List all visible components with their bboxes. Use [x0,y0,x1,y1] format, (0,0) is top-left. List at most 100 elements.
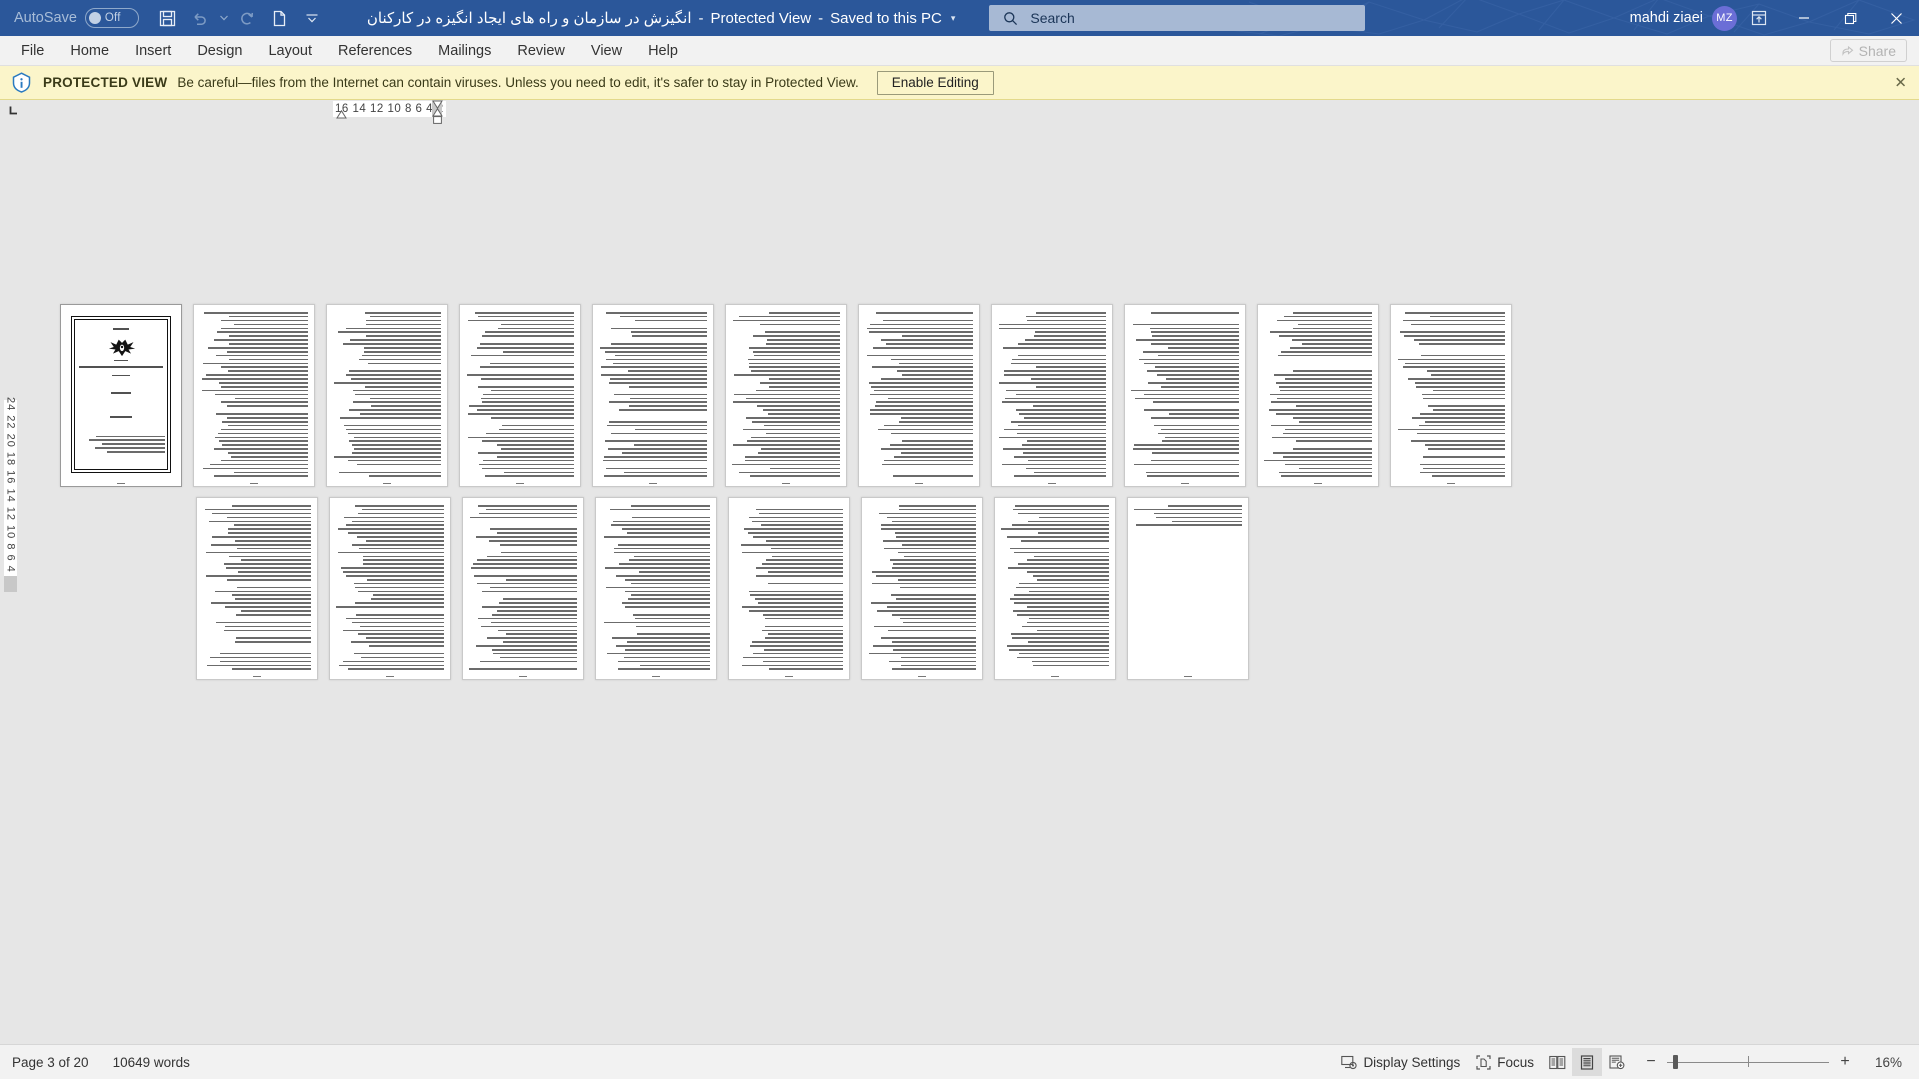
display-settings-button[interactable]: Display Settings [1333,1048,1468,1076]
tab-stop-selector-button[interactable] [2,100,24,120]
text-line [602,459,707,462]
page-content [1001,505,1109,670]
tab-view[interactable]: View [578,36,635,65]
tab-review[interactable]: Review [504,36,578,65]
page-thumbnail[interactable] [459,304,581,487]
tab-references[interactable]: References [325,36,425,65]
page-thumbnail[interactable] [728,497,850,680]
text-line [480,625,577,628]
text-line [1026,467,1106,470]
tab-label: Review [517,42,565,59]
page-thumbnail[interactable] [1127,497,1249,680]
page-thumbnail[interactable] [462,497,584,680]
text-line [901,543,976,546]
zoom-control[interactable]: − + 16% [1644,1054,1907,1070]
minimize-button[interactable] [1781,0,1827,36]
text-line [203,583,311,585]
text-line [599,417,707,419]
restore-button[interactable] [1827,0,1873,36]
text-line [340,567,444,569]
page-thumbnail[interactable] [60,304,182,487]
autosave-toggle[interactable]: Off [84,8,139,28]
avatar[interactable]: MZ [1712,5,1737,31]
tab-home[interactable]: Home [57,36,122,65]
text-line [750,594,843,597]
display-settings-label: Display Settings [1363,1054,1461,1070]
zoom-level-label[interactable]: 16% [1875,1055,1907,1070]
page-thumbnail[interactable] [1257,304,1379,487]
text-line [888,397,973,400]
account-name[interactable]: mahdi ziaei [1630,10,1703,26]
redo-button[interactable] [233,4,263,32]
page-thumbnail[interactable] [858,304,980,487]
left-indent-marker-icon[interactable] [336,110,347,119]
read-mode-button[interactable] [1542,1048,1572,1076]
page-thumbnail[interactable] [595,497,717,680]
page-thumbnail[interactable] [994,497,1116,680]
search-box[interactable]: Search [989,5,1366,31]
text-line [206,664,311,667]
undo-button[interactable] [185,4,215,32]
focus-button[interactable]: Focus [1468,1048,1542,1076]
page-thumbnail[interactable] [326,304,448,487]
close-banner-button[interactable]: ✕ [1894,75,1907,90]
text-line [220,366,308,369]
page-thumbnail[interactable] [1390,304,1512,487]
zoom-slider-thumb[interactable] [1673,1055,1678,1069]
page-thumbnail[interactable] [193,304,315,487]
enable-editing-button[interactable]: Enable Editing [876,70,994,95]
page-thumbnail[interactable] [1124,304,1246,487]
title-bar: AutoSave Off انگیزش در سازمان و راه های … [0,0,1919,36]
save-button[interactable] [153,4,183,32]
page-thumbnail[interactable] [861,497,983,680]
close-button[interactable] [1873,0,1919,36]
share-button[interactable]: Share [1829,39,1907,62]
tab-insert[interactable]: Insert [122,36,184,65]
text-line [366,335,441,337]
protected-view-banner: PROTECTED VIEW Be careful—files from the… [0,66,1919,100]
tab-help[interactable]: Help [635,36,691,65]
zoom-slider[interactable] [1667,1055,1829,1069]
vertical-ruler[interactable]: 24 22 20 18 16 14 12 10 8 6 4 2 [0,120,18,1044]
horizontal-ruler[interactable]: 16 14 12 10 8 6 4 2 [0,100,1919,124]
page-thumbnail[interactable] [329,497,451,680]
text-line [211,536,311,538]
tab-layout[interactable]: Layout [255,36,325,65]
document-title[interactable]: انگیزش در سازمان و راه های ایجاد انگیزه … [367,9,956,28]
ribbon-display-options-button[interactable] [1737,0,1781,36]
tab-mailings[interactable]: Mailings [425,36,504,65]
text-line [901,374,973,376]
tab-file[interactable]: File [8,36,57,65]
autosave-control[interactable]: AutoSave Off [14,8,139,28]
text-line [336,606,444,608]
zoom-in-button[interactable]: + [1838,1054,1852,1070]
text-line [1273,374,1372,376]
text-line [898,551,976,554]
web-layout-button[interactable] [1602,1048,1632,1076]
customize-quick-access-button[interactable] [297,4,327,32]
undo-dropdown-button[interactable] [217,4,231,32]
page-thumbnail[interactable] [725,304,847,487]
zoom-out-button[interactable]: − [1644,1054,1658,1070]
text-line [359,413,441,415]
page-thumbnail[interactable] [991,304,1113,487]
text-line [220,385,308,388]
page-indicator[interactable]: Page 3 of 20 [12,1055,89,1070]
page-thumbnail[interactable] [196,497,318,680]
text-line [366,578,444,581]
pages-container[interactable] [18,120,1919,1044]
print-layout-button[interactable] [1572,1048,1602,1076]
text-line [491,648,577,651]
word-count[interactable]: 10649 words [113,1055,190,1070]
title-page-text [79,328,163,444]
search-input[interactable]: Search [1030,10,1074,26]
title-dropdown-caret-icon[interactable]: ▾ [951,13,956,24]
page-thumbnail[interactable] [592,304,714,487]
text-line [766,540,843,542]
text-line [1167,347,1239,349]
new-document-button[interactable] [265,4,295,32]
text-line [602,610,710,612]
text-line [870,323,973,326]
tab-design[interactable]: Design [184,36,255,65]
text-line [1151,335,1239,337]
